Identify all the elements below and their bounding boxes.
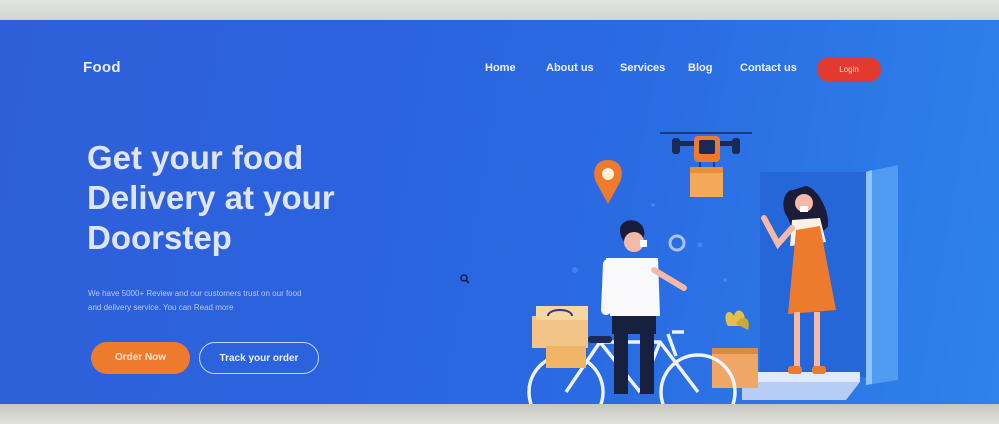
landing-page: Food Home About us Services Blog Contact… — [0, 20, 999, 404]
plant-pot — [712, 310, 758, 388]
bike-seat — [588, 336, 612, 343]
location-pin-icon — [594, 160, 622, 204]
monitor-bezel-bottom — [0, 404, 999, 424]
drone-icon — [660, 132, 752, 197]
monitor-bezel-top — [0, 0, 999, 20]
cursor-icon — [460, 274, 470, 284]
delivery-illustration — [527, 132, 898, 404]
ring-icon — [668, 234, 686, 252]
delivery-box — [532, 306, 588, 368]
